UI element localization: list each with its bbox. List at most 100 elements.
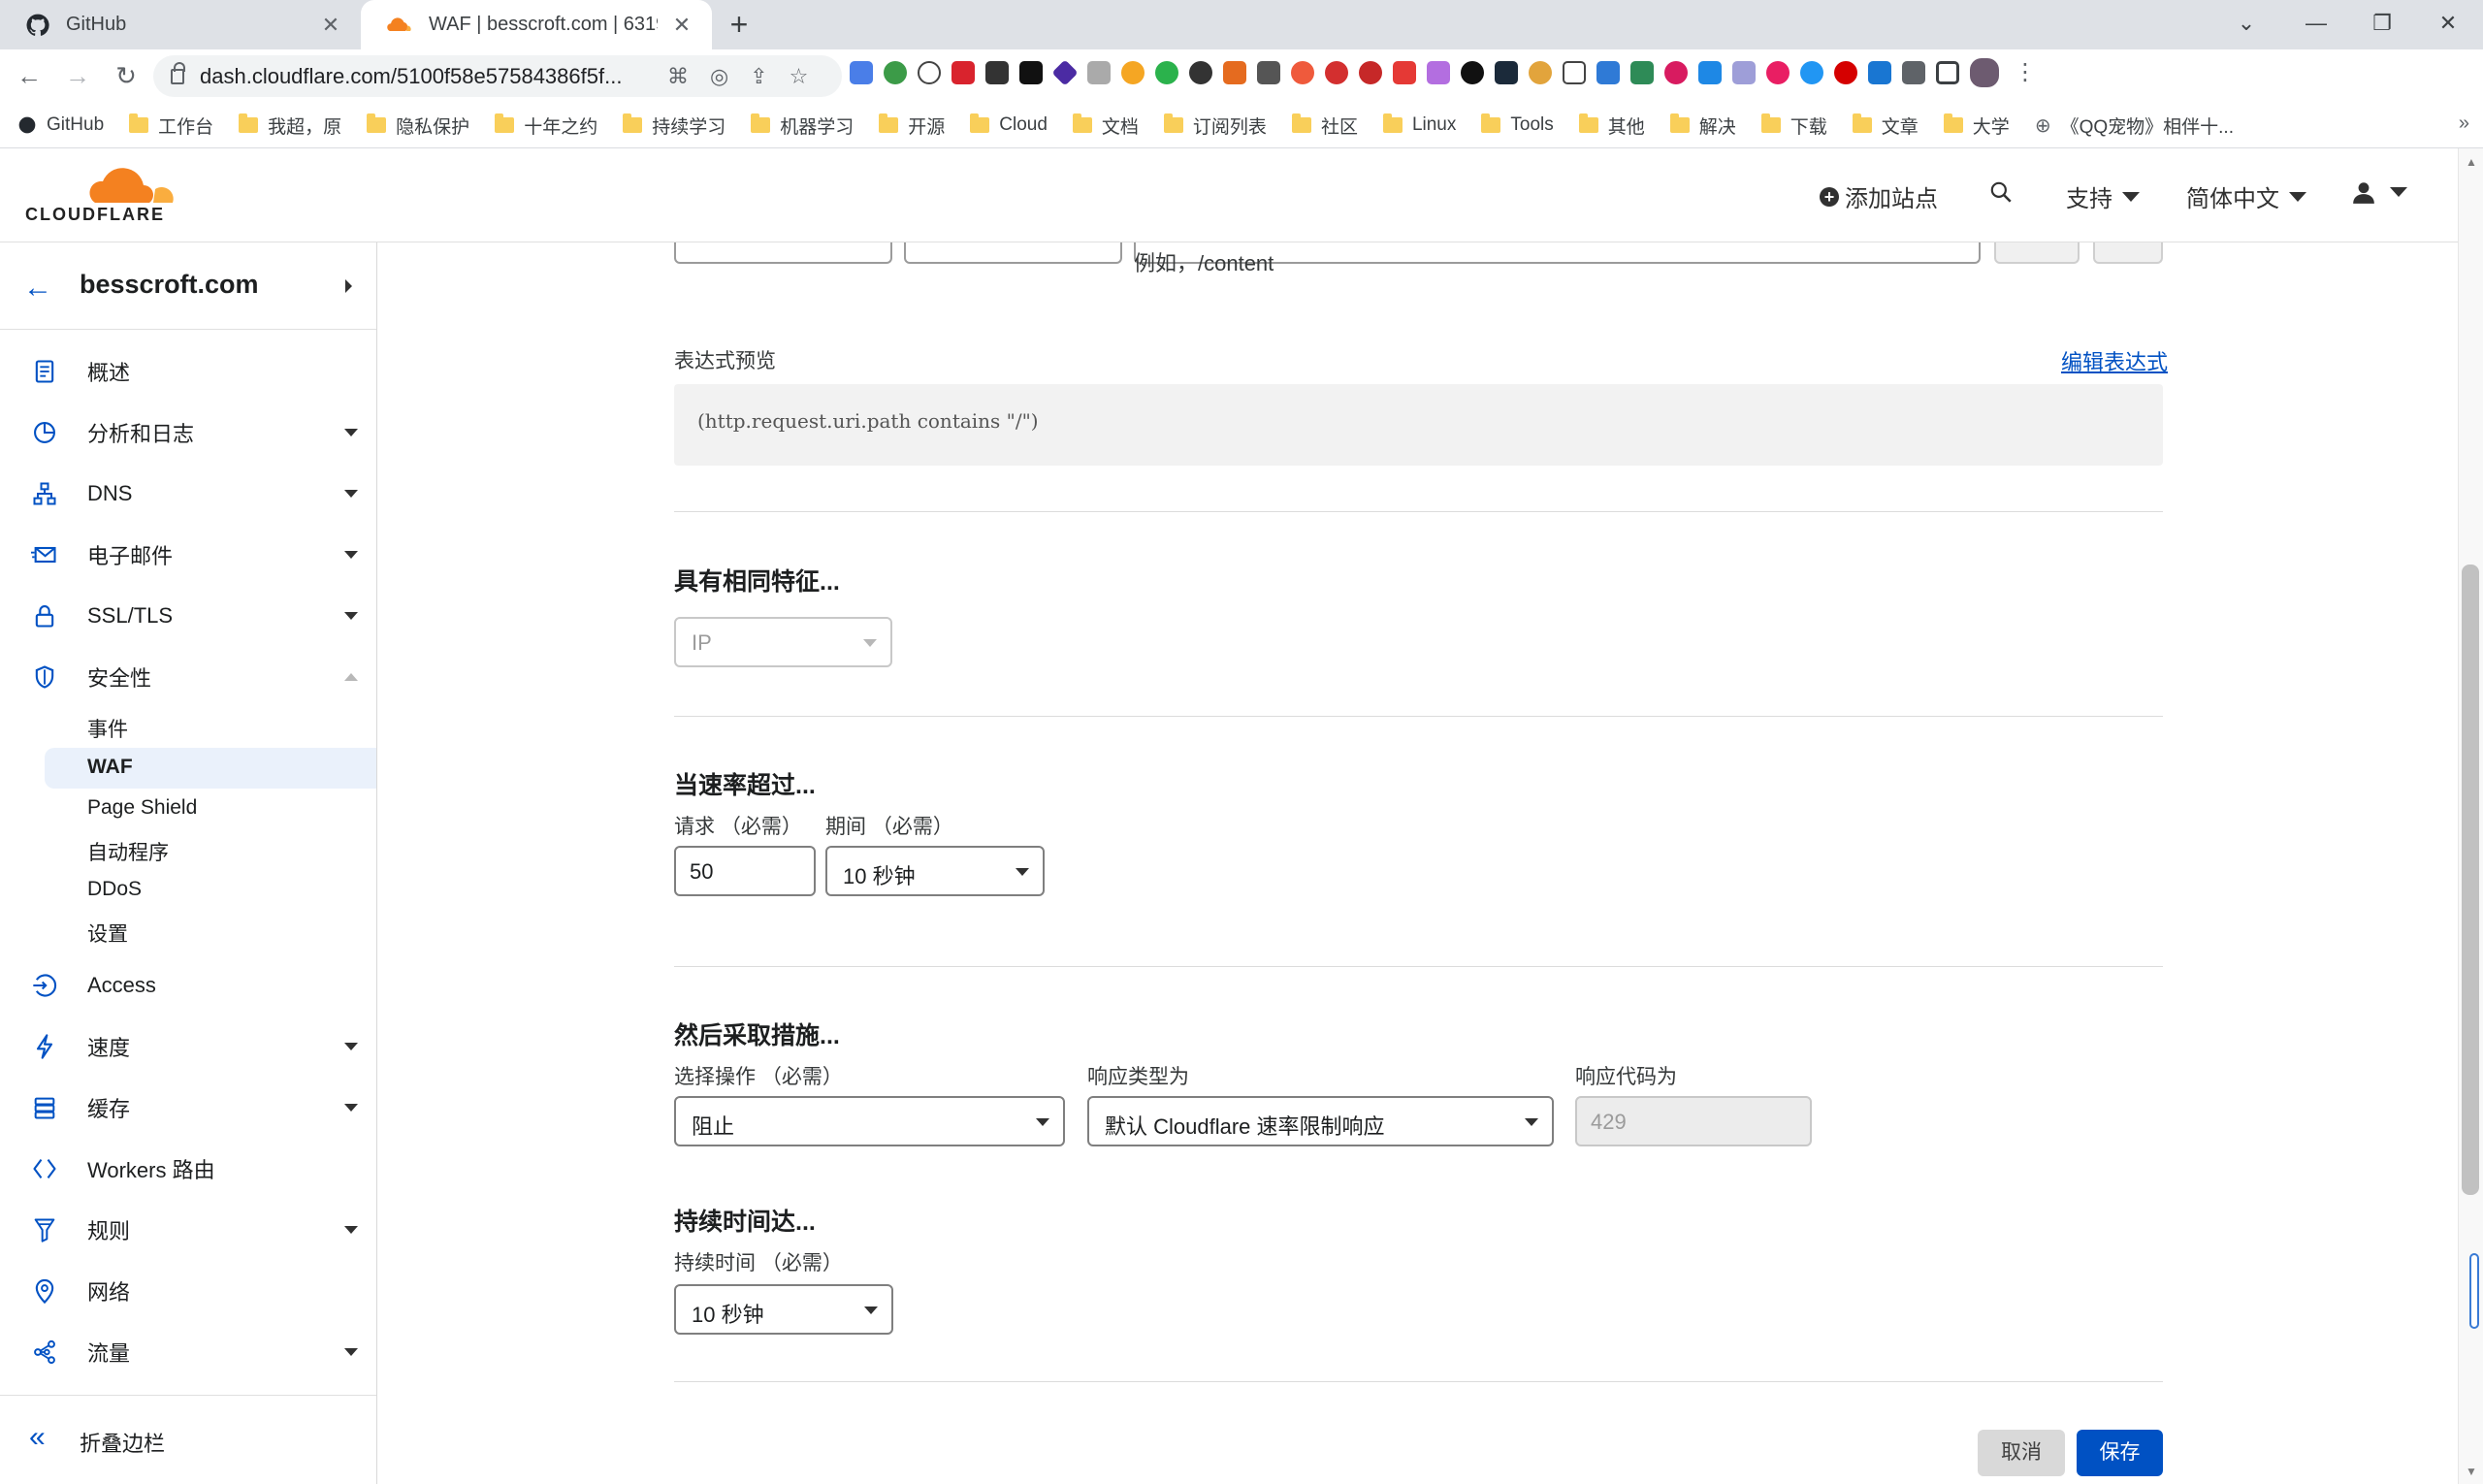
sidebar-item-rules[interactable]: 规则 [0, 1201, 376, 1259]
bookmark-folder[interactable]: Linux [1382, 113, 1456, 136]
extension-icon[interactable] [1732, 61, 1756, 84]
extension-icon[interactable] [1596, 61, 1620, 84]
bookmark-folder[interactable]: 大学 [1943, 113, 2010, 139]
side-panel-icon[interactable] [1936, 61, 1959, 84]
bookmark-folder[interactable]: 隐私保护 [367, 113, 469, 139]
extension-icon[interactable] [1121, 61, 1145, 84]
cancel-button[interactable]: 取消 [1978, 1430, 2065, 1476]
scroll-up-arrow-icon[interactable]: ▲ [2466, 155, 2477, 169]
operator-select-partial[interactable] [904, 242, 1122, 264]
extension-icon[interactable] [1834, 61, 1857, 84]
extension-icon[interactable] [850, 61, 873, 84]
response-code-input[interactable]: 429 [1575, 1096, 1812, 1146]
minimize-button[interactable]: — [2297, 6, 2336, 41]
new-tab-button[interactable]: + [724, 9, 755, 41]
extension-icon[interactable] [1698, 61, 1722, 84]
bookmark-folder[interactable]: 社区 [1291, 113, 1358, 139]
restore-button[interactable]: ❐ [2363, 6, 2402, 41]
sidebar-item-access[interactable]: Access [0, 956, 376, 1015]
collapse-sidebar-button[interactable]: « 折叠边栏 [0, 1395, 376, 1484]
sidebar-item-overview[interactable]: 概述 [0, 342, 376, 401]
support-menu[interactable]: 支持 [2066, 179, 2140, 213]
add-site-button[interactable]: + 添加站点 [1820, 179, 1938, 213]
tracking-icon[interactable]: ◎ [710, 64, 728, 89]
bookmark-folder[interactable]: 下载 [1760, 113, 1827, 139]
bookmarks-overflow-button[interactable]: » [2459, 113, 2469, 135]
characteristic-select[interactable]: IP [674, 617, 892, 667]
duration-select[interactable]: 10 秒钟 [674, 1284, 893, 1335]
field-select-partial[interactable] [674, 242, 892, 264]
user-menu[interactable] [2351, 179, 2407, 205]
more-menu-icon[interactable]: ⋮ [2014, 61, 2037, 87]
close-window-button[interactable]: ✕ [2429, 6, 2467, 41]
puzzle-icon[interactable] [1902, 61, 1925, 84]
close-icon[interactable]: ✕ [318, 13, 343, 38]
sidebar-item-security[interactable]: 安全性 [0, 648, 376, 706]
tab-search-button[interactable]: ⌄ [2227, 6, 2266, 41]
sidebar-item-workers[interactable]: Workers 路由 [0, 1140, 376, 1198]
extension-icon[interactable] [884, 61, 907, 84]
bookmark-folder[interactable]: 文章 [1852, 113, 1919, 139]
sidebar-subitem-ddos[interactable]: DDoS [0, 870, 376, 911]
extension-icon[interactable] [1766, 61, 1790, 84]
sidebar-subitem-settings[interactable]: 设置 [0, 911, 376, 952]
sidebar-subitem-waf[interactable]: WAF [45, 748, 376, 789]
edit-expression-link[interactable]: 编辑表达式 [2061, 345, 2168, 376]
period-select[interactable]: 10 秒钟 [825, 846, 1045, 896]
extension-icon[interactable] [1189, 61, 1212, 84]
bookmark-item[interactable]: ⊕ 《QQ宠物》相伴十... [2035, 113, 2234, 139]
sidebar-item-network[interactable]: 网络 [0, 1262, 376, 1320]
scroll-handle-icon[interactable] [2469, 1253, 2479, 1329]
tab-github[interactable]: GitHub ✕ [0, 0, 361, 49]
reload-icon[interactable]: ↻ [109, 59, 144, 94]
sidebar-item-email[interactable]: 电子邮件 [0, 526, 376, 584]
sidebar-item-traffic[interactable]: 流量 [0, 1323, 376, 1381]
site-selector[interactable]: ← besscroft.com [0, 242, 376, 330]
bookmark-folder[interactable]: 开源 [879, 113, 945, 139]
extension-icon[interactable] [1257, 61, 1280, 84]
extension-icon[interactable] [1495, 61, 1518, 84]
cloudflare-logo[interactable]: CLOUDFLARE [25, 166, 180, 228]
bookmark-folder[interactable]: 其他 [1578, 113, 1645, 139]
extension-icon[interactable] [1155, 61, 1178, 84]
extension-icon[interactable] [1664, 61, 1688, 84]
bookmark-folder[interactable]: 文档 [1072, 113, 1139, 139]
extension-icon[interactable] [951, 61, 975, 84]
sidebar-subitem-events[interactable]: 事件 [0, 706, 376, 747]
extension-icon[interactable] [1291, 61, 1314, 84]
scrollbar-thumb[interactable] [2462, 565, 2479, 1195]
back-arrow-icon[interactable]: ← [23, 272, 52, 305]
extension-icon[interactable] [1461, 61, 1484, 84]
extension-icon[interactable] [1630, 61, 1654, 84]
bookmark-folder[interactable]: 工作台 [129, 113, 213, 139]
bookmark-folder[interactable]: 机器学习 [751, 113, 854, 139]
tab-waf[interactable]: WAF | besscroft.com | 6319083 ✕ [361, 0, 712, 49]
extension-icon[interactable] [1051, 59, 1079, 86]
extension-icon[interactable] [1359, 61, 1382, 84]
extension-icon[interactable] [1427, 61, 1450, 84]
address-bar[interactable]: dash.cloudflare.com/5100f58e57584386f5f.… [153, 55, 842, 97]
translate-icon[interactable]: ⌘ [667, 64, 689, 89]
extension-icon[interactable] [1393, 61, 1416, 84]
extension-icon[interactable] [985, 61, 1009, 84]
star-icon[interactable]: ☆ [790, 64, 809, 89]
sidebar-item-analytics[interactable]: 分析和日志 [0, 403, 376, 462]
sidebar-subitem-page-shield[interactable]: Page Shield [0, 789, 376, 829]
bookmark-folder[interactable]: 我超，原 [239, 113, 341, 139]
sidebar-item-dns[interactable]: DNS [0, 465, 376, 523]
extension-icon[interactable] [1563, 61, 1586, 84]
response-type-select[interactable]: 默认 Cloudflare 速率限制响应 [1087, 1096, 1554, 1146]
scroll-down-arrow-icon[interactable]: ▼ [2466, 1465, 2477, 1478]
sidebar-item-cache[interactable]: 缓存 [0, 1079, 376, 1137]
bookmark-folder[interactable]: Cloud [970, 113, 1048, 136]
back-arrow-icon[interactable]: ← [12, 59, 47, 94]
extension-icon[interactable] [1223, 61, 1246, 84]
extension-icon[interactable] [1019, 61, 1043, 84]
language-menu[interactable]: 简体中文 [2186, 179, 2306, 213]
extension-icon[interactable] [1868, 61, 1891, 84]
search-icon[interactable] [1988, 179, 2014, 205]
extension-icon[interactable] [1325, 61, 1348, 84]
sidebar-item-speed[interactable]: 速度 [0, 1017, 376, 1076]
sidebar-subitem-bots[interactable]: 自动程序 [0, 829, 376, 870]
and-button-partial[interactable] [1994, 242, 2080, 264]
